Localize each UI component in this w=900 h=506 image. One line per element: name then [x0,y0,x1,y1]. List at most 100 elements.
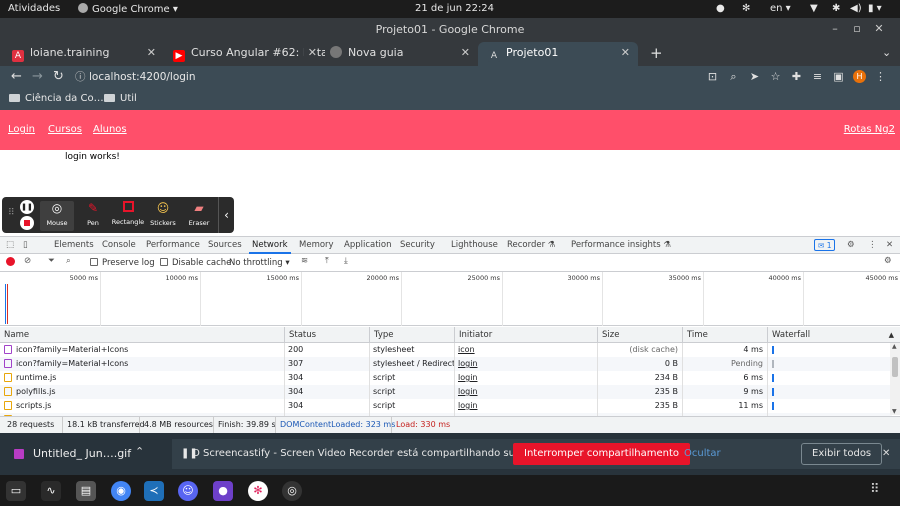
forward-icon[interactable]: → [27,66,48,88]
table-row[interactable]: polyfills.js 304 script login 235 B 9 ms [0,385,892,399]
devtools-tab-memory[interactable]: Memory [299,237,334,254]
cell-initiator[interactable]: login [454,399,597,413]
clear-icon[interactable]: ⊘ [24,256,31,266]
nav-cursos-link[interactable]: Cursos [48,124,82,135]
tool-eraser[interactable]: ▰ Eraser [182,201,216,227]
back-icon[interactable]: ← [6,66,27,88]
activities-button[interactable]: Atividades [8,3,60,14]
scroll-thumb[interactable] [892,357,898,377]
devtools-tab-sources[interactable]: Sources [208,237,242,254]
close-window-icon[interactable]: ✕ [868,22,890,35]
settings-gear-icon[interactable]: ⚙ [847,237,855,254]
close-tab-icon[interactable]: ✕ [303,42,317,64]
col-status[interactable]: Status [284,327,369,343]
pause-icon[interactable]: ❚❚ [20,200,34,214]
stop-record-button[interactable] [20,216,34,230]
menu-icon[interactable]: ⋮ [870,66,891,88]
devtools-tab-elements[interactable]: Elements [54,237,94,254]
table-row[interactable]: scripts.js 304 script login 235 B 11 ms [0,399,892,413]
tab-search-icon[interactable]: ⌄ [872,42,896,66]
table-row[interactable]: icon?family=Material+Icons 200 stylesheet i… [0,343,892,357]
tab-projeto01[interactable]: A Projeto01 ✕ [478,42,638,66]
inspect-icon[interactable]: ⬚ [6,237,14,254]
device-toolbar-icon[interactable]: ▯ [23,237,28,254]
throttling-select[interactable]: No throttling ▾ [229,258,290,268]
side-panel-icon[interactable]: ▣ [828,66,849,88]
devtools-tab-console[interactable]: Console [102,237,136,254]
nav-login-link[interactable]: Login [8,124,35,135]
zoom-icon[interactable]: ⌕ [723,66,744,88]
record-icon[interactable] [6,257,15,266]
col-type[interactable]: Type [369,327,454,343]
devtools-tab-lighthouse[interactable]: Lighthouse [451,237,498,254]
preserve-log-checkbox[interactable]: Preserve log [90,258,155,268]
download-item[interactable]: Untitled_ Jun….gif [33,447,131,460]
col-size[interactable]: Size [597,327,682,343]
nav-alunos-link[interactable]: Alunos [93,124,127,135]
brand-link[interactable]: Rotas Ng2 [844,124,895,135]
tab-loiane[interactable]: Aloiane.training ✕ [2,42,164,66]
close-devtools-icon[interactable]: ✕ [886,237,893,254]
drag-handle-icon[interactable]: ⠿ [8,208,15,218]
bookmark-star-icon[interactable]: ☆ [765,66,786,88]
table-row[interactable]: icon?family=Material+Icons 307 stylesheet … [0,357,892,371]
network-settings-icon[interactable]: ⚙ [884,256,892,266]
table-scrollbar[interactable]: ▲ ▼ [890,343,900,415]
col-initiator[interactable]: Initiator [454,327,597,343]
slack-tray-icon[interactable]: ✻ [742,3,750,14]
translate-icon[interactable]: ⊡ [702,66,723,88]
obs-icon[interactable]: ◎ [282,481,302,501]
search-icon[interactable]: ⌕ [66,256,71,266]
import-icon[interactable]: ⤒ [325,256,329,266]
close-tab-icon[interactable]: ✕ [461,42,470,64]
table-row[interactable]: runtime.js 304 script login 234 B 6 ms [0,371,892,385]
stop-sharing-button[interactable]: Interromper compartilhamento [513,443,690,465]
discord-icon[interactable]: ☺ [178,481,198,501]
bluetooth-icon[interactable]: ✱ [832,3,840,14]
devtools-tab-recorder[interactable]: Recorder ⚗ [507,237,555,254]
files-icon[interactable]: ▤ [76,481,96,501]
media-icon[interactable]: ≡ [807,66,828,88]
volume-icon[interactable]: ◀) [850,3,862,14]
network-overview[interactable]: 5000 ms 10000 ms 15000 ms 20000 ms 25000… [0,272,900,326]
bookmark-folder-ciencia[interactable]: Ciência da Co… [9,88,104,110]
language-indicator[interactable]: en ▾ [770,3,791,14]
terminal-icon[interactable]: ▭ [6,481,26,501]
profile-avatar[interactable]: H [849,66,870,88]
close-share-bar-icon[interactable]: ✕ [882,439,890,469]
export-icon[interactable]: ⤓ [344,256,348,266]
tool-stickers[interactable]: ☺ Stickers [146,201,180,227]
bookmark-folder-util[interactable]: Util [104,88,137,110]
col-time[interactable]: Time [682,327,767,343]
devtools-tab-application[interactable]: Application [344,237,392,254]
system-monitor-icon[interactable]: ∿ [41,481,61,501]
tab-nova-guia[interactable]: Nova guia ✕ [320,42,478,66]
reload-icon[interactable]: ↻ [48,66,69,88]
cell-initiator[interactable]: login [454,385,597,399]
new-tab-button[interactable]: + [640,42,664,66]
omnibox[interactable]: ⓘ localhost:4200/login [75,68,785,86]
discord-tray-icon[interactable]: ● [716,3,725,14]
disable-cache-checkbox[interactable]: Disable cache [160,258,231,268]
cell-initiator[interactable]: login [454,357,597,371]
vscode-icon[interactable]: ≺ [144,481,164,501]
battery-icon[interactable]: ▮ ▾ [868,3,882,14]
filter-icon[interactable]: ⏷ [48,256,55,266]
devtools-tab-security[interactable]: Security [400,237,435,254]
minimize-icon[interactable]: – [824,22,846,35]
info-icon[interactable]: ⓘ [75,68,89,86]
issues-badge[interactable]: ✉ 1 [814,239,836,251]
network-conditions-icon[interactable]: ≋ [301,256,308,266]
extensions-icon[interactable]: ✚ [786,66,807,88]
app-grid-icon[interactable]: ⠿ [870,482,880,497]
devtools-menu-icon[interactable]: ⋮ [868,237,877,254]
app-menu[interactable]: Google Chrome ▾ [78,3,178,15]
cell-initiator[interactable]: icon [454,343,597,357]
scroll-down-icon[interactable]: ▼ [892,408,897,415]
github-icon[interactable]: ● [213,481,233,501]
tool-mouse[interactable]: ◎ Mouse [40,201,74,231]
tab-youtube[interactable]: ▶ Curso Angular #62: Rotas ✕ [163,42,325,66]
download-options-icon[interactable]: ⌃ [135,445,144,458]
col-name[interactable]: Name [0,327,284,343]
clock[interactable]: 21 de jun 22:24 [415,3,494,14]
